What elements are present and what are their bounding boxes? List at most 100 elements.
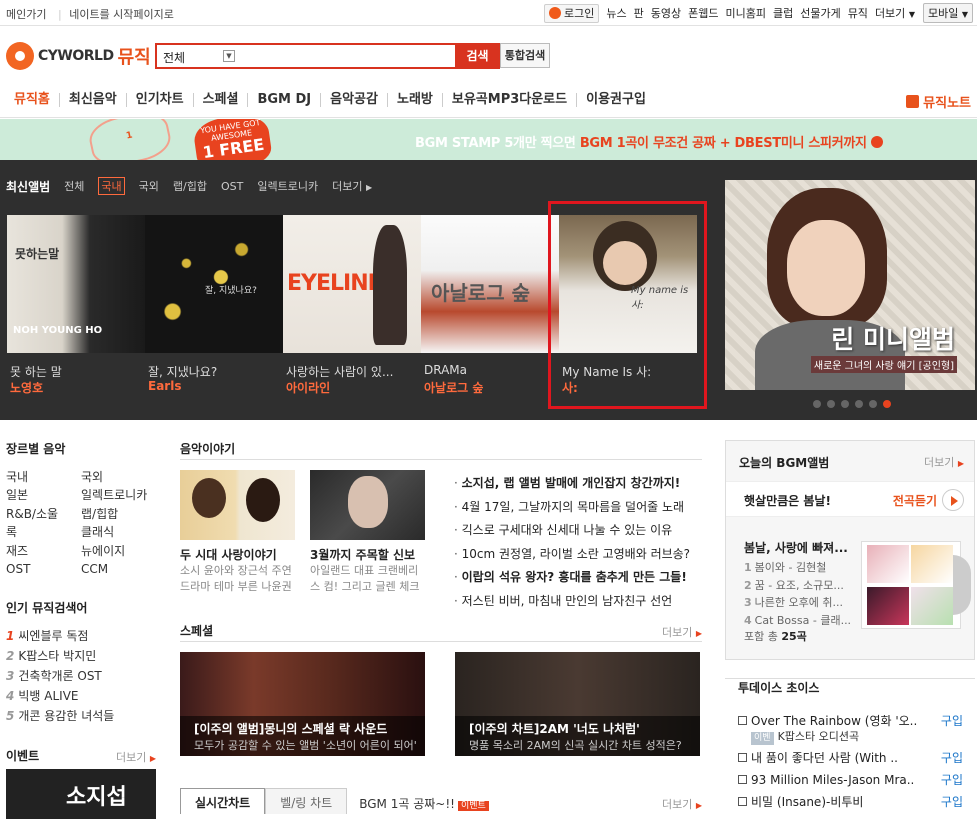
checkbox-icon[interactable] [738, 753, 747, 762]
genre-link[interactable]: 재즈 [6, 543, 81, 560]
album-artist[interactable]: Earls [148, 379, 181, 393]
main-link[interactable]: 메인가기 [6, 8, 46, 21]
nav-latest-music[interactable]: 최신음악 [58, 93, 126, 107]
nav-karaoke[interactable]: 노래방 [386, 93, 442, 107]
bgm-track[interactable]: 2꿈 - 요조, 소규모... [744, 577, 851, 595]
story-list-item[interactable]: 저스틴 비버, 마침내 만인의 남자친구 선언 [454, 590, 690, 614]
integrated-search-button[interactable]: 통합검색 [500, 43, 550, 68]
carousel-dot-active[interactable] [883, 400, 891, 408]
cyworld-music-logo[interactable]: CYWORLD 뮤직 [6, 42, 151, 70]
chevron-down-icon[interactable]: ▼ [223, 50, 235, 62]
bgm-album-name[interactable]: 봄날, 사랑에 빠져... [744, 539, 848, 556]
checkbox-icon[interactable] [738, 775, 747, 784]
set-homepage-link[interactable]: 네이트를 시작페이지로 [69, 8, 174, 21]
keyword-item[interactable]: 2 K팝스타 박지민 [6, 646, 114, 666]
keyword-item[interactable]: 3 건축학개론 OST [6, 666, 114, 686]
top-link-video[interactable]: 동영상 [651, 5, 681, 21]
event-banner[interactable]: 소지섭 [6, 769, 156, 819]
genre-link[interactable]: 록 [6, 524, 81, 541]
album-card[interactable]: 아날로그 숲 DRAMa 아날로그 숲 [421, 215, 559, 395]
genre-link[interactable]: OST [6, 561, 81, 578]
album-title[interactable]: 잘, 지냈나요? [148, 363, 217, 380]
bgm-album-cover[interactable] [861, 541, 971, 631]
album-card[interactable]: EYELINE 사랑하는 사람이 있... 아이라인 [283, 215, 421, 395]
album-title[interactable]: 사랑하는 사람이 있... [286, 363, 393, 380]
search-category-select[interactable]: 전체 [163, 49, 185, 66]
keyword-item[interactable]: 5 개콘 용감한 녀석들 [6, 706, 114, 726]
carousel-dot[interactable] [869, 400, 877, 408]
nav-mp3-download[interactable]: 보유곡MP3다운로드 [441, 93, 576, 107]
story-list-item[interactable]: 10cm 권정열, 라이벌 소란 고영배와 러브송? [454, 543, 690, 567]
top-link-minihompy[interactable]: 미니홈피 [725, 5, 765, 21]
top-link-more[interactable]: 더보기 ▼ [875, 5, 915, 21]
story-list-item[interactable]: 긱스로 구세대와 신세대 나눌 수 있는 이유 [454, 519, 690, 543]
story-card[interactable]: 두 시대 사랑이야기 소시 윤아와 장근석 주연 드라마 테마 부른 나윤권 [180, 470, 295, 595]
genre-link[interactable]: 클래식 [81, 524, 161, 541]
bgm-stamp-banner[interactable]: 1 YOU HAVE GOT AWESOME 1 FREE BGM STAMP … [0, 119, 977, 160]
nav-popular-chart[interactable]: 인기차트 [125, 93, 193, 107]
special-item[interactable]: [이주의 앨범]몽니의 스페셜 락 사운드 모두가 공감할 수 있는 앨범 '소… [180, 652, 425, 756]
keyword-item[interactable]: 4 빅뱅 ALIVE [6, 686, 114, 706]
top-link-pann[interactable]: 판 [634, 5, 644, 21]
buy-button[interactable]: 구입 [941, 769, 963, 791]
top-link-news[interactable]: 뉴스 [606, 5, 626, 21]
search-button[interactable]: 검색 [455, 43, 500, 69]
special-item-title[interactable]: [이주의 앨범]몽니의 스페셜 락 사운드 [194, 720, 411, 737]
top-link-club[interactable]: 클럽 [773, 5, 793, 21]
special-more-link[interactable]: 더보기 ▶ [662, 624, 702, 640]
bgm-track[interactable]: 4 Cat Bossa - 클래... [744, 612, 851, 630]
genre-link[interactable]: 일본 [6, 487, 81, 504]
bgm-track[interactable]: 1 봄이와 - 김현철 [744, 559, 851, 577]
nav-music-home[interactable]: 뮤직홈 [14, 93, 59, 107]
nav-music-share[interactable]: 음악공감 [320, 93, 387, 107]
album-artist[interactable]: 아날로그 숲 [424, 379, 483, 396]
bgm-free-event-link[interactable]: BGM 1곡 공짜~!! 이벤트 [347, 788, 489, 814]
nav-buy-pass[interactable]: 이용권구입 [576, 93, 655, 107]
nav-special[interactable]: 스페셜 [192, 93, 248, 107]
buy-button[interactable]: 구입 [941, 747, 963, 769]
filter-domestic[interactable]: 국내 [98, 177, 125, 195]
top-link-phoneweb[interactable]: 폰웹드 [688, 5, 718, 21]
album-title[interactable]: 못 하는 말 [10, 363, 62, 380]
filter-ost[interactable]: OST [221, 180, 243, 193]
filter-electronica[interactable]: 일렉트로니카 [257, 178, 318, 194]
album-card[interactable]: 못하는말 NOH YOUNG HO 못 하는 말 노영호 [7, 215, 145, 395]
music-note-link[interactable]: 뮤직노트 [906, 92, 971, 111]
carousel-dot[interactable] [855, 400, 863, 408]
story-thumbnail[interactable] [310, 470, 425, 540]
choice-item[interactable]: 내 품이 좋다던 사람 (With .. 구입 [738, 747, 963, 769]
filter-foreign[interactable]: 국외 [139, 178, 159, 194]
filter-rap-hiphop[interactable]: 랩/힙합 [173, 178, 207, 194]
album-cover[interactable]: 아날로그 숲 [421, 215, 559, 353]
tab-bell-ring-chart[interactable]: 벨/링 차트 [265, 788, 348, 814]
checkbox-icon[interactable] [738, 716, 747, 725]
genre-link[interactable]: 뉴에이지 [81, 543, 161, 560]
story-card-title[interactable]: 3월까지 주목할 신보 [310, 546, 425, 563]
carousel-dot[interactable] [813, 400, 821, 408]
play-all-button[interactable]: 전곡듣기 [893, 489, 964, 511]
checkbox-icon[interactable] [738, 797, 747, 806]
nav-bgm-dj[interactable]: BGM DJ [247, 93, 320, 107]
story-list-item[interactable]: 4월 17일, 그날까지의 목마름을 덜어줄 노래 [454, 496, 690, 520]
story-card[interactable]: 3월까지 주목할 신보 아일랜드 대표 크랜베리 스 컴! 그리고 글렌 체크 [310, 470, 425, 595]
special-item-title[interactable]: [이주의 차트]2AM '너도 나처럼' [469, 720, 686, 737]
featured-album-banner[interactable]: 린 미니앨범 새로운 그녀의 사랑 얘기 [공인형] [725, 180, 975, 390]
album-card[interactable]: 잘, 지냈나요? 잘, 지냈나요? Earls [145, 215, 283, 393]
genre-link[interactable]: 국외 [81, 469, 161, 486]
choice-item[interactable]: 93 Million Miles-Jason Mra.. 구입 [738, 769, 963, 791]
carousel-dot[interactable] [827, 400, 835, 408]
login-button[interactable]: 로그인 [543, 3, 600, 23]
album-cover[interactable]: EYELINE [283, 215, 421, 353]
album-cover[interactable]: 못하는말 NOH YOUNG HO [7, 215, 145, 353]
bgm-more-link[interactable]: 더보기 ▶ [924, 454, 964, 470]
album-cover[interactable]: 잘, 지냈나요? [145, 215, 283, 353]
keyword-item[interactable]: 1 씨엔블루 독점 [6, 626, 114, 646]
filter-all[interactable]: 전체 [64, 178, 84, 194]
album-artist[interactable]: 노영호 [10, 379, 43, 396]
mobile-button[interactable]: 모바일 ▼ [922, 3, 973, 23]
story-list-item[interactable]: 이랍의 석유 왕자? 흥대를 춤추게 만든 그들! [454, 566, 690, 590]
story-card-title[interactable]: 두 시대 사랑이야기 [180, 546, 295, 563]
genre-link[interactable]: 국내 [6, 469, 81, 486]
album-title[interactable]: DRAMa [424, 363, 467, 377]
top-link-music[interactable]: 뮤직 [848, 5, 868, 21]
